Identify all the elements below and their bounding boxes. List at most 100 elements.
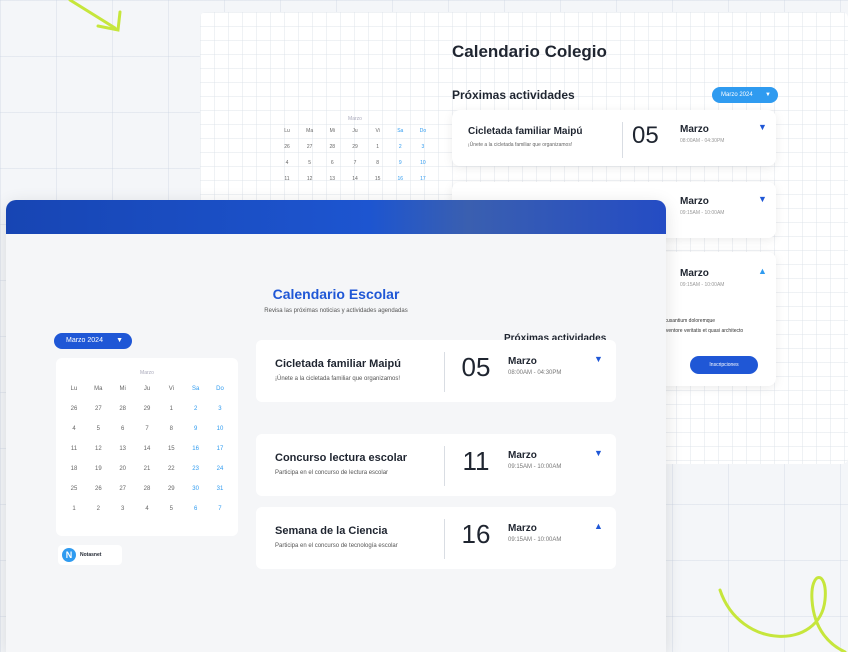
weekday-label: Ju [352, 128, 358, 134]
calendar-day[interactable]: 6 [186, 506, 206, 512]
inscripciones-button[interactable]: Inscripciones [690, 356, 758, 374]
calendar-day[interactable]: 2 [393, 144, 407, 150]
calendar-day[interactable]: 29 [348, 144, 362, 150]
notasnet-logo: N Notasnet [58, 545, 122, 565]
calendar-day[interactable]: 12 [303, 176, 317, 182]
chevron-down-icon[interactable]: ▼ [758, 194, 767, 204]
calendar-day[interactable]: 28 [137, 486, 157, 492]
calendar-day[interactable]: 28 [113, 406, 133, 412]
month-dropdown[interactable]: Marzo 2024 ▼ [54, 333, 132, 349]
calendar-day[interactable]: 3 [113, 506, 133, 512]
chevron-up-icon[interactable]: ▲ [594, 521, 603, 531]
calendar-day[interactable]: 1 [64, 506, 84, 512]
calendar-day[interactable]: 18 [64, 466, 84, 472]
calendar-day[interactable]: 24 [210, 466, 230, 472]
event-card[interactable]: Concurso lectura escolar Participa en el… [256, 434, 616, 496]
back-page-title: Calendario Colegio [452, 42, 607, 61]
chevron-down-icon[interactable]: ▼ [594, 354, 603, 364]
calendar-day[interactable]: 5 [303, 160, 317, 166]
calendar-day[interactable]: 11 [280, 176, 294, 182]
back-mini-month: Marzo [348, 116, 362, 122]
calendar-day[interactable]: 30 [186, 486, 206, 492]
calendar-day[interactable]: 1 [161, 406, 181, 412]
event-day: 05 [632, 122, 659, 149]
event-month: Marzo [680, 196, 709, 207]
calendar-day[interactable]: 16 [393, 176, 407, 182]
calendar-day[interactable]: 2 [186, 406, 206, 412]
calendar-day[interactable]: 17 [416, 176, 430, 182]
calendar-week-row: 4 5 6 7 8 9 10 [280, 160, 430, 166]
weekday-label: Lu [284, 128, 290, 134]
weekday-label: Mi [329, 128, 335, 134]
calendar-day[interactable]: 29 [137, 406, 157, 412]
event-month: Marzo [680, 268, 709, 279]
calendar-day[interactable]: 7 [137, 426, 157, 432]
calendar-day[interactable]: 2 [88, 506, 108, 512]
calendar-day[interactable]: 9 [186, 426, 206, 432]
calendar-day[interactable]: 4 [280, 160, 294, 166]
calendar-day[interactable]: 25 [64, 486, 84, 492]
calendar-day[interactable]: 4 [64, 426, 84, 432]
calendar-day[interactable]: 10 [210, 426, 230, 432]
calendar-day[interactable]: 14 [137, 446, 157, 452]
back-section-title: Próximas actividades [452, 88, 575, 102]
event-description: ¡Únete a la cicletada familiar que organ… [468, 142, 573, 148]
calendar-day[interactable]: 8 [371, 160, 385, 166]
divider [444, 446, 445, 486]
calendar-week-row: 18 19 20 21 22 23 24 [64, 466, 230, 472]
calendar-day[interactable]: 10 [416, 160, 430, 166]
calendar-day[interactable]: 17 [210, 446, 230, 452]
calendar-day[interactable]: 12 [88, 446, 108, 452]
calendar-day[interactable]: 15 [371, 176, 385, 182]
calendar-day[interactable]: 4 [137, 506, 157, 512]
chevron-down-icon[interactable]: ▼ [594, 448, 603, 458]
calendar-day[interactable]: 27 [88, 406, 108, 412]
calendar-day[interactable]: 26 [64, 406, 84, 412]
calendar-week-row: 26 27 28 29 1 2 3 [280, 144, 430, 150]
calendar-day[interactable]: 7 [210, 506, 230, 512]
calendar-day[interactable]: 5 [161, 506, 181, 512]
chevron-down-icon[interactable]: ▼ [758, 122, 767, 132]
calendar-day[interactable]: 29 [161, 486, 181, 492]
calendar-day[interactable]: 8 [161, 426, 181, 432]
calendar-day[interactable]: 19 [88, 466, 108, 472]
calendar-day[interactable]: 5 [88, 426, 108, 432]
calendar-day[interactable]: 15 [161, 446, 181, 452]
calendar-day[interactable]: 6 [325, 160, 339, 166]
chevron-down-icon: ▼ [765, 92, 771, 98]
event-time: 09:15AM - 10:00AM [680, 210, 725, 216]
calendar-day[interactable]: 27 [113, 486, 133, 492]
chevron-down-icon: ▼ [116, 337, 123, 344]
weekday-label: Sa [397, 128, 404, 134]
back-month-dropdown[interactable]: Marzo 2024 ▼ [712, 87, 778, 103]
chevron-up-icon[interactable]: ▲ [758, 266, 767, 276]
event-card[interactable]: Cicletada familiar Maipú ¡Únete a la cic… [256, 340, 616, 402]
calendar-day[interactable]: 3 [416, 144, 430, 150]
back-event-card[interactable]: Cicletada familiar Maipú ¡Únete a la cic… [452, 110, 776, 166]
calendar-day[interactable]: 1 [371, 144, 385, 150]
event-month: Marzo [680, 124, 709, 135]
calendar-day[interactable]: 14 [348, 176, 362, 182]
calendar-day[interactable]: 23 [186, 466, 206, 472]
calendar-day[interactable]: 28 [325, 144, 339, 150]
mini-calendar: Marzo Lu Ma Mi Ju Vi Sa Do 26 27 28 29 1 2 3 4 5 6 7 8 9 10… [56, 358, 238, 536]
calendar-day[interactable]: 26 [88, 486, 108, 492]
calendar-day[interactable]: 6 [113, 426, 133, 432]
event-card[interactable]: Semana de la Ciencia Participa en el con… [256, 507, 616, 569]
calendar-day[interactable]: 7 [348, 160, 362, 166]
event-day: 16 [461, 519, 491, 549]
calendar-day[interactable]: 3 [210, 406, 230, 412]
calendar-day[interactable]: 13 [113, 446, 133, 452]
calendar-day[interactable]: 26 [280, 144, 294, 150]
calendar-day[interactable]: 20 [113, 466, 133, 472]
calendar-day[interactable]: 31 [210, 486, 230, 492]
calendar-day[interactable]: 16 [186, 446, 206, 452]
calendar-day[interactable]: 9 [393, 160, 407, 166]
calendar-day[interactable]: 11 [64, 446, 84, 452]
calendar-day[interactable]: 21 [137, 466, 157, 472]
calendar-week-row: 25 26 27 28 29 30 31 [64, 486, 230, 492]
calendar-day[interactable]: 13 [325, 176, 339, 182]
calendar-day[interactable]: 22 [161, 466, 181, 472]
calendar-day[interactable]: 27 [303, 144, 317, 150]
divider [444, 352, 445, 392]
